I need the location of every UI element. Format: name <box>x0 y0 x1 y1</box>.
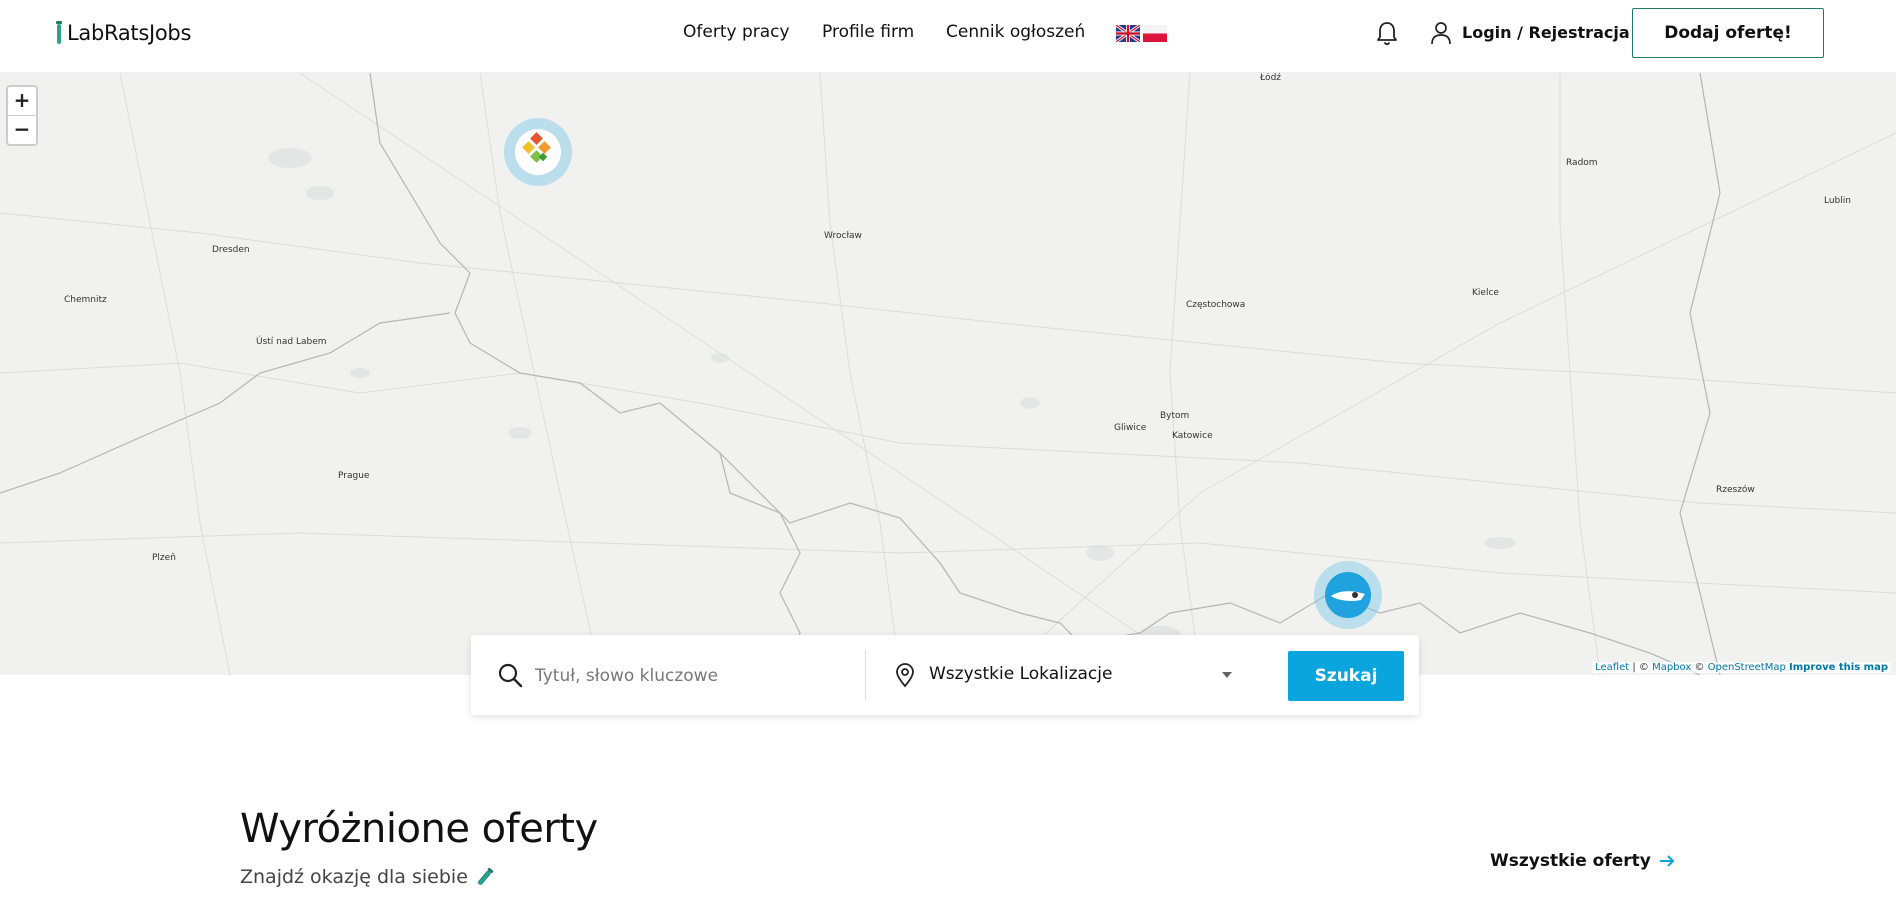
top-navbar: LabRatsJobs Oferty pracy Profile firm Ce… <box>0 0 1896 73</box>
bell-icon[interactable] <box>1375 20 1399 48</box>
company-diamond-logo-icon <box>522 132 551 163</box>
chevron-down-icon[interactable] <box>1222 672 1232 678</box>
login-register-link[interactable]: Login / Rejestracja <box>1462 23 1630 42</box>
featured-subtitle-text: Znajdź okazję dla siebie <box>240 866 468 888</box>
location-select[interactable]: Wszystkie Lokalizacje <box>929 664 1112 684</box>
nav-job-offers[interactable]: Oferty pracy <box>683 22 790 42</box>
company-logo-marker[interactable] <box>1314 561 1382 629</box>
nav-company-profiles[interactable]: Profile firm <box>822 22 914 42</box>
language-switcher[interactable] <box>1116 25 1167 42</box>
city-label: Chemnitz <box>64 295 107 305</box>
city-label: Radom <box>1566 158 1598 168</box>
job-search-bar: Wszystkie Lokalizacje Szukaj <box>471 635 1419 715</box>
user-icon[interactable] <box>1430 21 1452 45</box>
attribution-separator: © <box>1691 662 1708 673</box>
pl-flag-icon[interactable] <box>1143 25 1167 42</box>
city-label: Bytom <box>1160 411 1190 421</box>
search-divider <box>865 650 866 700</box>
featured-title: Wyróżnione oferty <box>240 806 598 852</box>
city-label: Katowice <box>1172 431 1213 441</box>
map-attribution: Leaflet | © Mapbox © OpenStreetMap Impro… <box>1592 662 1891 673</box>
featured-subtitle: Znajdź okazję dla siebie <box>240 866 496 888</box>
company-logo <box>515 129 561 175</box>
city-label: Częstochowa <box>1186 300 1246 310</box>
add-offer-button[interactable]: Dodaj ofertę! <box>1632 8 1824 58</box>
search-input[interactable] <box>533 657 857 695</box>
osm-link[interactable]: OpenStreetMap <box>1708 662 1786 673</box>
map-zoom-control: + − <box>6 85 38 146</box>
city-label: Lublin <box>1824 196 1851 206</box>
all-offers-label: Wszystkie oferty <box>1490 851 1651 871</box>
city-label: Gliwice <box>1114 423 1147 433</box>
zoom-in-button[interactable]: + <box>8 87 36 115</box>
city-label: Rzeszów <box>1716 485 1755 495</box>
company-logo <box>1325 572 1371 618</box>
test-tube-icon <box>477 867 494 885</box>
uk-flag-icon[interactable] <box>1116 25 1140 42</box>
city-label: Ústí nad Labem <box>256 337 327 347</box>
company-boat-logo-icon <box>1331 591 1365 601</box>
nav-pricing[interactable]: Cennik ogłoszeń <box>946 22 1085 42</box>
attribution-separator: | © <box>1629 662 1653 673</box>
mapbox-link[interactable]: Mapbox <box>1652 662 1691 673</box>
city-label: Dresden <box>212 245 250 255</box>
location-pin-icon <box>896 663 914 688</box>
city-label: Wrocław <box>824 231 862 241</box>
site-logo[interactable]: LabRatsJobs <box>55 18 191 48</box>
logo-text: LabRatsJobs <box>67 21 192 45</box>
search-button[interactable]: Szukaj <box>1288 651 1404 701</box>
map-tiles[interactable] <box>0 73 1896 675</box>
city-label: Kielce <box>1472 288 1499 298</box>
improve-map-link[interactable]: Improve this map <box>1789 662 1888 673</box>
all-offers-link[interactable]: Wszystkie oferty <box>1490 851 1675 871</box>
leaflet-link[interactable]: Leaflet <box>1595 662 1629 673</box>
city-label: Łódź <box>1260 73 1282 83</box>
test-tube-icon <box>56 21 62 44</box>
city-label: Plzeň <box>152 553 176 563</box>
zoom-out-button[interactable]: − <box>8 115 36 144</box>
jobs-map[interactable]: Wrocław Dresden Prague Kielce Częstochow… <box>0 73 1896 675</box>
company-logo-marker[interactable] <box>504 118 572 186</box>
arrow-right-icon <box>1659 855 1675 867</box>
search-icon <box>498 663 523 688</box>
city-label: Prague <box>338 471 370 481</box>
